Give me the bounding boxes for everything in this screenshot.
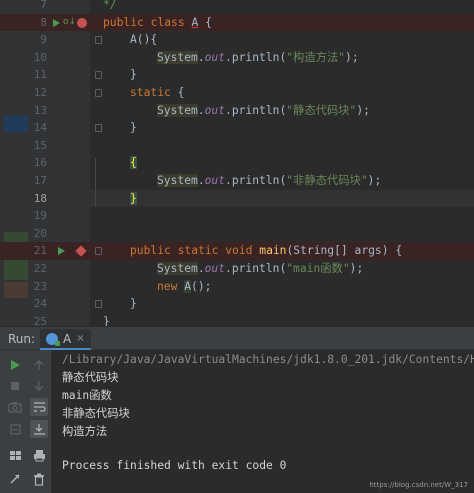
code-line-10[interactable]: 10 System.out.println("构造方法"); bbox=[0, 49, 474, 67]
code-text: System.out.println("静态代码块"); bbox=[157, 103, 370, 117]
console-output[interactable]: /Library/Java/JavaVirtualMachines/jdk1.8… bbox=[52, 350, 474, 493]
run-tab-label: A bbox=[63, 331, 72, 346]
line-number: 18 bbox=[33, 191, 47, 205]
code-line-7[interactable]: 7 */ bbox=[0, 0, 474, 14]
code-line-16[interactable]: 16 { bbox=[0, 154, 474, 172]
code-line-18[interactable]: 18 } bbox=[0, 189, 474, 208]
line-number: 17 bbox=[33, 174, 47, 187]
run-icon[interactable] bbox=[58, 247, 65, 256]
close-icon[interactable]: × bbox=[76, 333, 84, 344]
code-text: } bbox=[130, 191, 137, 205]
line-number: 20 bbox=[33, 226, 47, 240]
fold-icon[interactable] bbox=[95, 247, 102, 256]
code-text: System.out.println("构造方法"); bbox=[157, 50, 359, 64]
line-number: 8 bbox=[40, 15, 47, 29]
run-panel-header: Run: A × bbox=[0, 326, 474, 350]
breakpoint-icon[interactable] bbox=[77, 17, 87, 28]
stop-icon[interactable] bbox=[6, 377, 24, 395]
console-line-exit: Process finished with exit code 0 bbox=[62, 459, 287, 472]
code-text: System.out.println("非静态代码块"); bbox=[157, 174, 382, 187]
layout-icon[interactable] bbox=[6, 446, 24, 464]
code-text: } bbox=[130, 297, 137, 311]
run-panel-title: Run: bbox=[8, 332, 36, 346]
code-line-21[interactable]: 21 public static void main(String[] args… bbox=[0, 242, 474, 260]
code-line-20[interactable]: 20 bbox=[0, 225, 474, 243]
line-number: 10 bbox=[33, 50, 47, 64]
line-number: 12 bbox=[33, 86, 47, 99]
code-text: public static void main(String[] args) { bbox=[130, 244, 403, 258]
line-number: 13 bbox=[33, 103, 47, 117]
code-text: { bbox=[130, 156, 137, 170]
method-breakpoint-icon[interactable] bbox=[75, 245, 87, 258]
run-icon[interactable] bbox=[53, 18, 60, 27]
fold-icon[interactable] bbox=[95, 89, 102, 97]
code-text: static { bbox=[130, 86, 185, 99]
class-icon bbox=[46, 332, 60, 346]
console-line: 非静态代码块 bbox=[62, 407, 130, 420]
camera-icon[interactable] bbox=[6, 398, 24, 416]
code-line-9[interactable]: 9 A(){ bbox=[0, 31, 474, 49]
code-editor[interactable]: 7 */ 8 o↓ public class A { 9 A(){ 10 Sys… bbox=[0, 0, 474, 326]
trash-icon[interactable] bbox=[30, 470, 48, 488]
code-line-11[interactable]: 11 } bbox=[0, 66, 474, 84]
fold-icon[interactable] bbox=[95, 36, 102, 45]
line-number: 21 bbox=[33, 244, 47, 258]
code-line-25[interactable]: 25 } bbox=[0, 313, 474, 326]
line-number: 24 bbox=[33, 297, 47, 311]
line-number: 11 bbox=[33, 68, 47, 82]
print-icon[interactable] bbox=[30, 446, 48, 464]
console-line: main函数 bbox=[62, 389, 112, 402]
code-text: A(){ bbox=[130, 33, 158, 47]
line-number: 23 bbox=[33, 279, 47, 293]
code-text: } bbox=[130, 68, 137, 82]
code-line-24[interactable]: 24 } bbox=[0, 295, 474, 313]
soft-wrap-icon[interactable] bbox=[30, 398, 48, 416]
code-text: */ bbox=[103, 0, 117, 11]
fold-icon[interactable] bbox=[95, 124, 102, 133]
line-number: 14 bbox=[33, 121, 47, 135]
up-icon[interactable] bbox=[30, 356, 48, 374]
code-line-19[interactable]: 19 bbox=[0, 207, 474, 225]
run-toolbar bbox=[0, 350, 52, 493]
pin-icon[interactable] bbox=[6, 470, 24, 488]
code-text: System.out.println("main函数"); bbox=[157, 262, 364, 275]
line-number: 19 bbox=[33, 209, 47, 223]
code-line-22[interactable]: 22 System.out.println("main函数"); bbox=[0, 260, 474, 278]
code-text: } bbox=[130, 121, 137, 135]
code-line-12[interactable]: 12 static { bbox=[0, 84, 474, 102]
line-number: 15 bbox=[33, 138, 47, 152]
code-line-23[interactable]: 23 new A(); bbox=[0, 278, 474, 296]
code-text: } bbox=[103, 314, 110, 326]
watermark: https://blog.csdn.net/W_317 bbox=[369, 481, 468, 489]
code-text: new A(); bbox=[157, 279, 212, 293]
settings-icon[interactable] bbox=[6, 420, 24, 438]
rerun-icon[interactable] bbox=[6, 356, 24, 374]
code-line-17[interactable]: 17 System.out.println("非静态代码块"); bbox=[0, 172, 474, 190]
line-number: 25 bbox=[33, 314, 47, 326]
code-text: public class A { bbox=[103, 15, 212, 29]
line-number: 22 bbox=[33, 262, 47, 275]
console-line-command: /Library/Java/JavaVirtualMachines/jdk1.8… bbox=[62, 353, 474, 366]
fold-icon[interactable] bbox=[95, 71, 102, 80]
scroll-to-end-icon[interactable] bbox=[30, 420, 48, 438]
run-tab-a[interactable]: A × bbox=[40, 329, 91, 350]
fold-icon[interactable] bbox=[95, 300, 102, 309]
line-number: 16 bbox=[33, 156, 47, 170]
line-number: 9 bbox=[40, 33, 47, 47]
console-line: 静态代码块 bbox=[62, 371, 119, 384]
code-line-13[interactable]: 13 System.out.println("静态代码块"); bbox=[0, 102, 474, 120]
code-line-14[interactable]: 14 } bbox=[0, 119, 474, 137]
fold-guide bbox=[95, 158, 96, 206]
console-line: 构造方法 bbox=[62, 425, 108, 438]
overridden-icon[interactable]: o↓ bbox=[63, 17, 76, 27]
code-line-15[interactable]: 15 bbox=[0, 137, 474, 155]
code-line-8[interactable]: 8 o↓ public class A { bbox=[0, 13, 474, 32]
down-icon[interactable] bbox=[30, 377, 48, 395]
line-number: 7 bbox=[40, 0, 47, 11]
